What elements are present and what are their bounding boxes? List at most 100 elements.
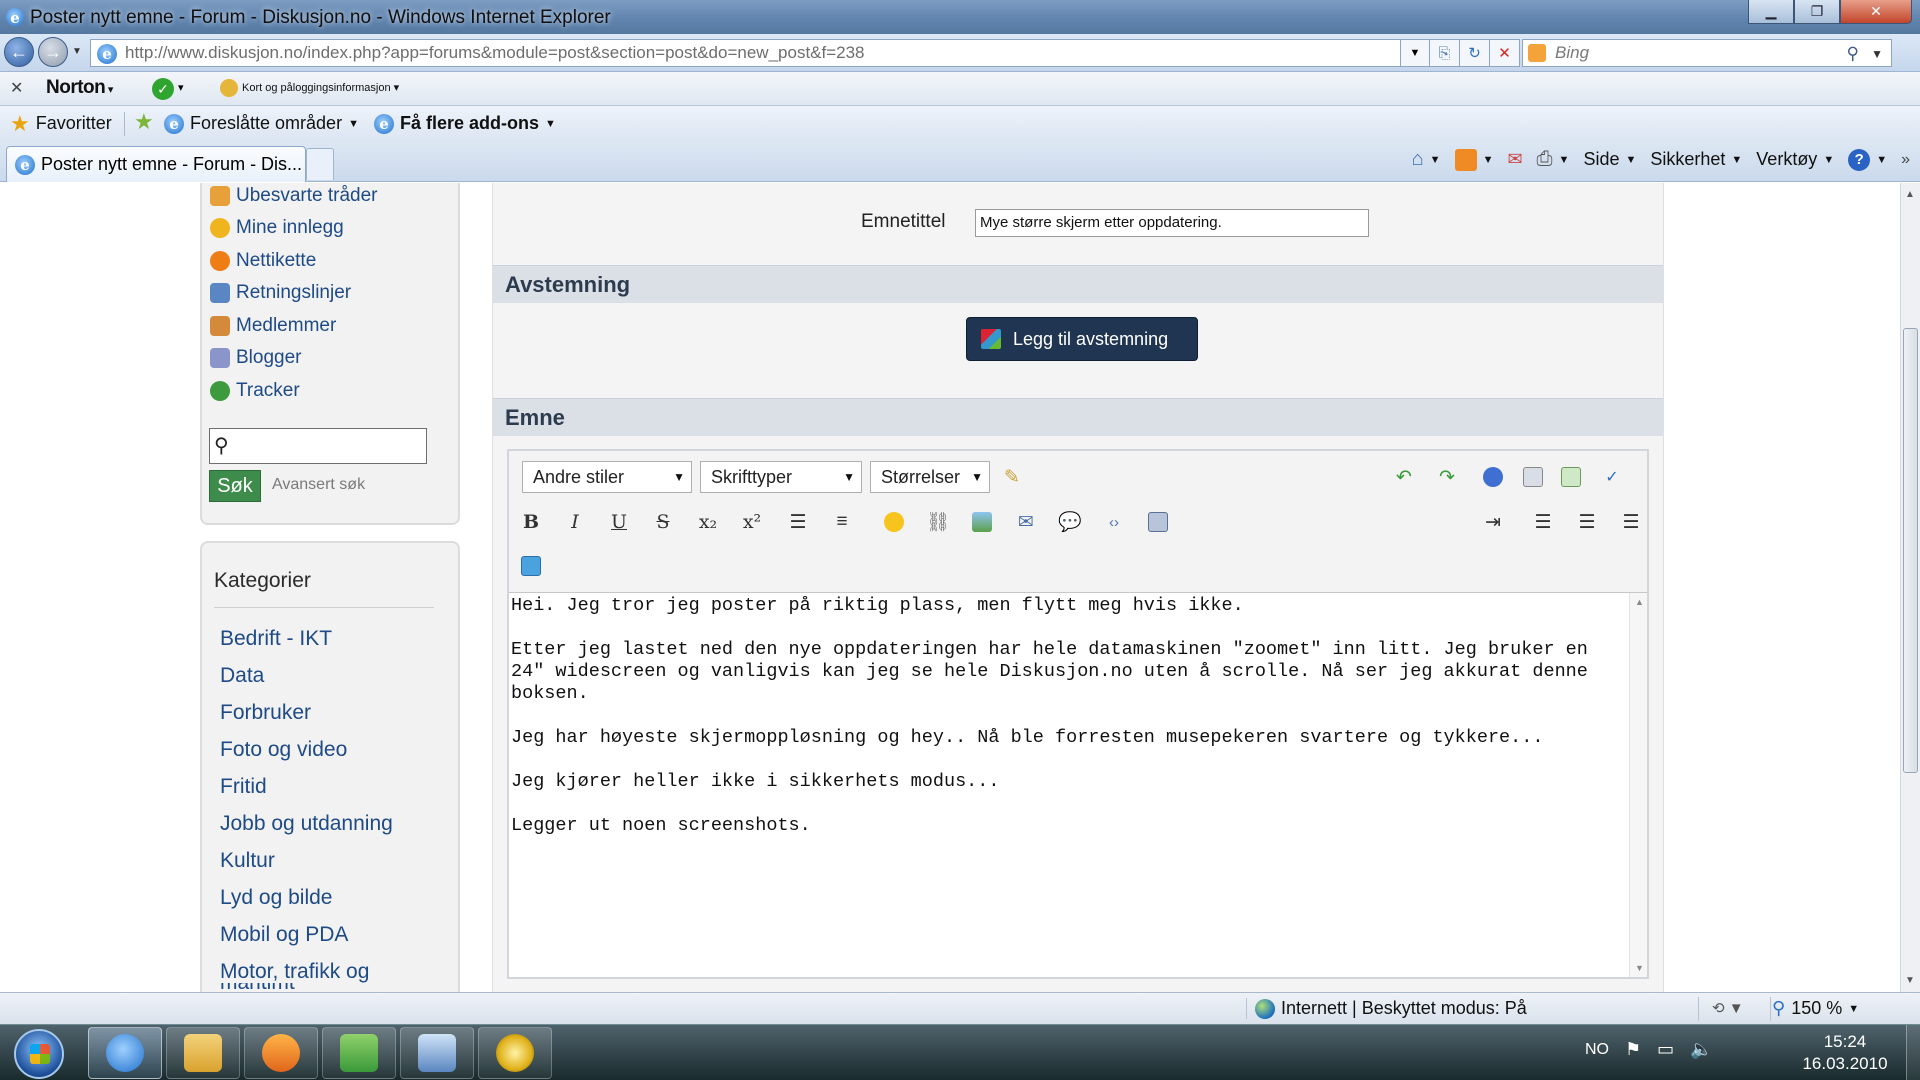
sidebar-search-input[interactable]: ⚲ [209,428,427,464]
category-link[interactable]: Fritid [220,775,267,799]
sidebar-link-guidelines[interactable]: Retningslinjer [210,282,351,304]
zoom-control[interactable]: ⚲ 150 % ▼ [1772,998,1859,1019]
popup-blocker-icon[interactable]: ⟲ ▼ [1712,999,1744,1017]
show-desktop-button[interactable] [1906,1025,1920,1080]
bullet-list-icon[interactable]: ☰ [784,508,812,536]
print-button[interactable]: ⎙ ▼ [1537,148,1570,171]
refresh-icon[interactable]: ↻ [1460,39,1490,67]
safety-menu[interactable]: Sikkerhet ▼ [1650,149,1742,170]
category-link[interactable]: Lyd og bilde [220,886,332,910]
undo-icon[interactable]: ↶ [1390,463,1418,491]
close-toolbar-icon[interactable]: ✕ [10,78,23,98]
image-icon[interactable] [968,508,996,536]
check-dropdown-icon[interactable]: ▾ [178,81,184,94]
search-icon[interactable]: ⚲ [1847,41,1859,67]
code-icon[interactable]: ‹› [1100,508,1128,536]
scroll-down-icon[interactable]: ▼ [1905,975,1915,986]
advanced-search-link[interactable]: Avansert søk [272,476,365,494]
superscript-icon[interactable]: x² [738,508,766,536]
category-link[interactable]: Forbruker [220,701,311,725]
quote-icon[interactable]: 💬 [1056,508,1084,536]
add-poll-button[interactable]: Legg til avstemning [966,317,1198,361]
redo-icon[interactable]: ↷ [1433,463,1461,491]
language-indicator[interactable]: NO [1585,1041,1609,1059]
taskbar-media-player[interactable] [244,1027,318,1079]
back-button[interactable]: ← [4,37,34,67]
bold-icon[interactable]: B [517,508,545,536]
export-icon[interactable] [1557,463,1585,491]
search-options-icon[interactable]: ▼ [1871,41,1883,67]
strikethrough-icon[interactable]: S [649,508,677,536]
add-favorite-button[interactable]: ★ [134,111,154,133]
chevron-right-icon[interactable]: » [1901,151,1910,169]
editor-scrollbar[interactable]: ▲ ▼ [1629,593,1647,977]
spellcheck-icon[interactable]: ✓ [1598,463,1626,491]
help-menu[interactable]: ? ▼ [1848,148,1887,171]
home-button[interactable]: ⌂ ▼ [1412,148,1441,171]
remove-format-icon[interactable]: ✎ [998,463,1026,491]
category-link-continued[interactable]: maritimt [220,983,295,992]
category-link[interactable]: Kultur [220,849,275,873]
norton-menu[interactable]: Norton ▾ [46,77,113,99]
network-icon[interactable]: ▭ [1657,1039,1674,1060]
identity-safe-menu[interactable]: Kort og påloggingsinformasjon ▾ [220,79,399,97]
close-window-button[interactable]: ✕ [1840,0,1912,24]
email-icon[interactable]: ✉ [1012,508,1040,536]
taskbar-control-panel[interactable] [400,1027,474,1079]
safe-check-icon[interactable]: ✓ [152,78,174,100]
post-body-textarea[interactable]: Hei. Jeg tror jeg poster på riktig plass… [509,593,1629,977]
scrollbar-thumb[interactable] [1903,328,1918,773]
sizes-dropdown[interactable]: Størrelser ▼ [870,461,990,493]
compatibility-view-icon[interactable]: ⎘ [1430,39,1460,67]
get-addons-link[interactable]: e Få flere add-ons ▼ [374,113,556,134]
taskbar-internet-explorer[interactable] [88,1027,162,1079]
numbered-list-icon[interactable]: ≡ [828,508,856,536]
search-button[interactable]: Søk [209,470,261,502]
align-right-icon[interactable]: ☰ [1617,508,1645,536]
sidebar-link-blogs[interactable]: Blogger [210,347,302,369]
security-zone[interactable]: Internett | Beskyttet modus: På [1246,998,1527,1019]
window-titlebar[interactable]: e Poster nytt emne - Forum - Diskusjon.n… [0,0,1920,34]
sidebar-link-my-posts[interactable]: Mine innlegg [210,217,344,239]
page-scrollbar[interactable]: ▲ ▼ [1900,183,1920,992]
italic-icon[interactable]: I [561,508,589,536]
clock[interactable]: 15:24 16.03.2010 [1790,1031,1900,1075]
sidebar-link-members[interactable]: Medlemmer [210,315,336,337]
url-dropdown-icon[interactable]: ▼ [1400,39,1430,67]
taskbar-browser[interactable] [478,1027,552,1079]
category-link[interactable]: Mobil og PDA [220,923,348,947]
tools-menu[interactable]: Verktøy ▼ [1756,149,1834,170]
category-link[interactable]: Motor, trafikk og [220,960,369,984]
taskbar-explorer[interactable] [166,1027,240,1079]
scroll-down-icon[interactable]: ▼ [1635,963,1644,973]
flag-icon[interactable]: ⚑ [1625,1039,1641,1060]
import-icon[interactable] [1519,463,1547,491]
sidebar-link-unanswered[interactable]: Ubesvarte tråder [210,185,378,207]
scroll-up-icon[interactable]: ▲ [1635,597,1644,607]
sidebar-link-tracker[interactable]: Tracker [210,380,300,402]
link-icon[interactable]: ⛓ [924,508,952,536]
category-link[interactable]: Foto og video [220,738,347,762]
indent-icon[interactable]: ⇥ [1479,508,1507,536]
emoticon-icon[interactable] [880,508,908,536]
styles-dropdown[interactable]: Andre stiler ▼ [522,461,692,493]
favorites-button[interactable]: ★ Favoritter [10,112,112,134]
read-mail-button[interactable]: ✉ [1507,149,1522,170]
category-link[interactable]: Jobb og utdanning [220,812,393,836]
stop-icon[interactable]: ✕ [1490,39,1520,67]
media-icon[interactable] [1144,508,1172,536]
fonts-dropdown[interactable]: Skrifttyper ▼ [700,461,862,493]
category-link[interactable]: Bedrift - IKT [220,627,332,651]
start-button[interactable] [14,1029,64,1079]
tab-current[interactable]: e Poster nytt emne - Forum - Dis... [6,146,306,182]
twitter-icon[interactable] [517,552,545,580]
volume-icon[interactable]: 🔈 [1690,1039,1712,1060]
minimize-button[interactable]: ▁ [1748,0,1794,24]
subject-input[interactable]: Mye større skjerm etter oppdatering. [975,209,1369,237]
history-dropdown-icon[interactable]: ▼ [72,46,82,57]
page-menu[interactable]: Side ▼ [1583,149,1636,170]
maximize-button[interactable]: ❐ [1794,0,1840,24]
taskbar-messenger[interactable] [322,1027,396,1079]
help-icon[interactable] [1479,463,1507,491]
feeds-button[interactable]: ▼ [1454,148,1493,171]
